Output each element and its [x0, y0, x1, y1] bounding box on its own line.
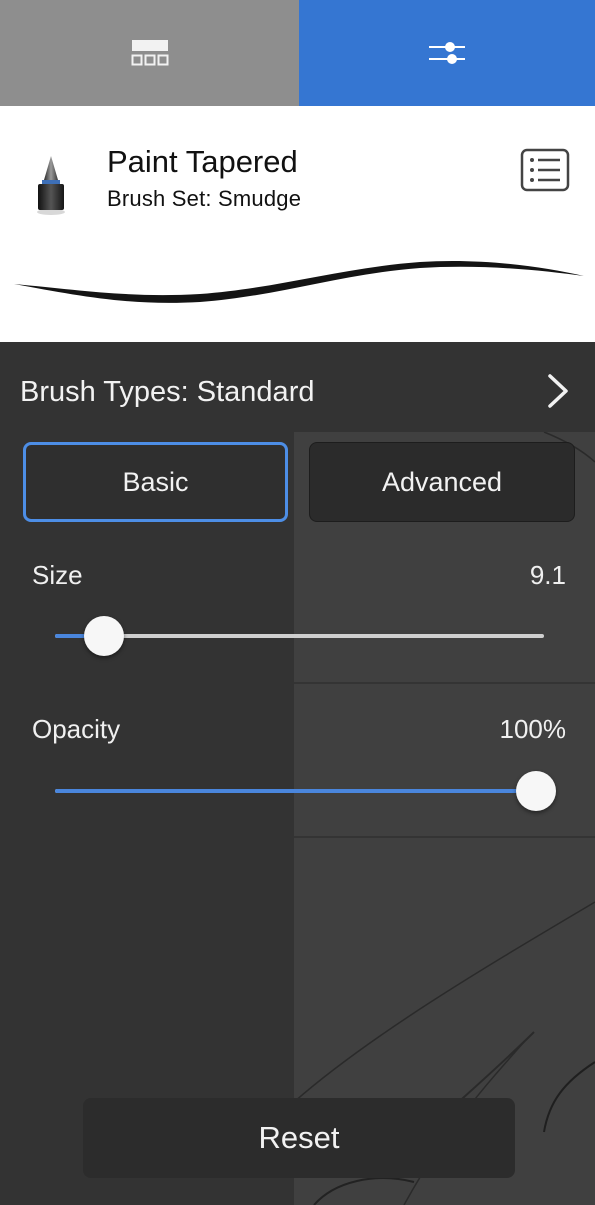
size-label: Size — [32, 560, 83, 590]
basic-tab-button[interactable]: Basic — [23, 442, 288, 522]
tab-brush-library[interactable] — [0, 0, 299, 106]
opacity-value: 100% — [499, 714, 567, 744]
brush-types-label: Brush Types: Standard — [20, 376, 315, 408]
brush-set-label: Brush Set: Smudge — [107, 186, 302, 211]
opacity-slider[interactable] — [55, 771, 556, 811]
top-tab-bar — [0, 0, 595, 106]
opacity-slider-thumb[interactable] — [516, 771, 556, 811]
stroke-preview — [14, 260, 584, 303]
divider — [294, 836, 595, 838]
brush-name: Paint Tapered — [107, 144, 298, 179]
grid-icon — [131, 40, 168, 66]
opacity-slider-fill — [55, 789, 536, 793]
brush-settings-panel: Brush Types: Standard Basic Advanced Siz… — [0, 342, 595, 1205]
size-slider[interactable] — [55, 616, 544, 656]
size-value: 9.1 — [529, 560, 566, 590]
advanced-tab-button[interactable]: Advanced — [309, 442, 575, 522]
divider — [294, 682, 595, 684]
brush-types-row[interactable]: Brush Types: Standard — [0, 342, 595, 432]
brush-header: Paint Tapered Brush Set: Smudge — [0, 106, 595, 342]
paint-brush-icon — [37, 156, 65, 215]
chevron-right-icon — [548, 374, 568, 408]
reset-button[interactable]: Reset — [83, 1098, 515, 1178]
list-icon[interactable] — [520, 148, 570, 192]
sliders-icon — [429, 42, 465, 64]
size-slider-thumb[interactable] — [84, 616, 124, 656]
opacity-label: Opacity — [32, 714, 121, 744]
tab-brush-settings[interactable] — [299, 0, 595, 106]
